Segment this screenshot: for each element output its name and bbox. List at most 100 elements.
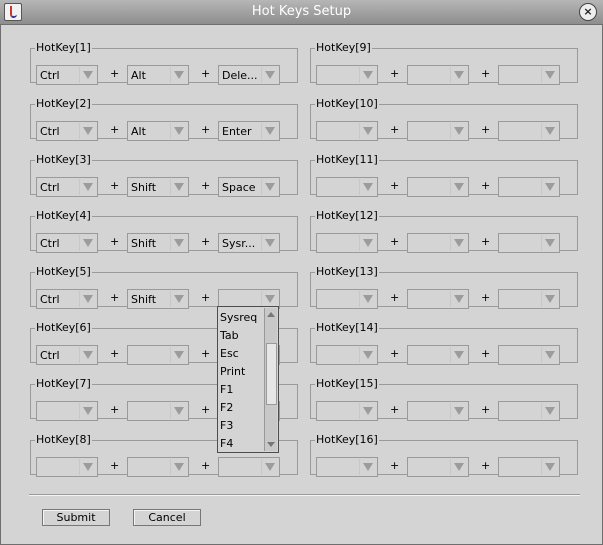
chevron-down-icon[interactable]	[79, 67, 96, 83]
key-combo-2[interactable]	[407, 233, 469, 253]
chevron-down-icon[interactable]	[450, 347, 467, 363]
chevron-down-icon[interactable]	[261, 235, 278, 251]
chevron-down-icon[interactable]	[541, 67, 558, 83]
chevron-down-icon[interactable]	[170, 403, 187, 419]
chevron-down-icon[interactable]	[79, 235, 96, 251]
chevron-down-icon[interactable]	[450, 403, 467, 419]
key-combo-2[interactable]	[407, 345, 469, 365]
key-combo-1[interactable]	[316, 457, 378, 477]
chevron-down-icon[interactable]	[170, 459, 187, 475]
chevron-down-icon[interactable]	[261, 291, 278, 307]
close-icon[interactable]: ×	[579, 3, 597, 21]
key-combo-3[interactable]	[498, 401, 560, 421]
key-combo-2[interactable]	[127, 457, 189, 477]
key-combo-3[interactable]: Sysr...	[218, 233, 280, 253]
key-combo-2[interactable]: Shift	[127, 177, 189, 197]
dropdown-scrollbar[interactable]	[264, 308, 277, 451]
chevron-down-icon[interactable]	[261, 123, 278, 139]
key-combo-2[interactable]: Alt	[127, 65, 189, 85]
key-dropdown-list[interactable]: Sysreq Tab Esc Print F1 F2 F3 F4	[217, 306, 279, 453]
key-combo-2[interactable]	[407, 65, 469, 85]
chevron-down-icon[interactable]	[359, 459, 376, 475]
key-combo-3[interactable]	[498, 121, 560, 141]
key-combo-3[interactable]: Dele...	[218, 65, 280, 85]
key-combo-2[interactable]	[407, 401, 469, 421]
chevron-down-icon[interactable]	[79, 403, 96, 419]
dropdown-option[interactable]: Tab	[220, 328, 239, 344]
dropdown-option[interactable]: Print	[220, 364, 245, 380]
chevron-down-icon[interactable]	[450, 123, 467, 139]
chevron-down-icon[interactable]	[450, 179, 467, 195]
chevron-down-icon[interactable]	[79, 347, 96, 363]
key-combo-2[interactable]	[407, 121, 469, 141]
key-combo-2[interactable]: Alt	[127, 121, 189, 141]
key-combo-1[interactable]	[316, 177, 378, 197]
key-combo-3[interactable]	[498, 289, 560, 309]
chevron-down-icon[interactable]	[79, 179, 96, 195]
dropdown-option[interactable]: F2	[220, 400, 233, 416]
chevron-down-icon[interactable]	[170, 235, 187, 251]
chevron-down-icon[interactable]	[541, 123, 558, 139]
scroll-up-icon[interactable]	[266, 309, 276, 319]
chevron-down-icon[interactable]	[261, 179, 278, 195]
chevron-down-icon[interactable]	[541, 179, 558, 195]
key-combo-2[interactable]: Shift	[127, 289, 189, 309]
key-combo-1[interactable]	[316, 289, 378, 309]
chevron-down-icon[interactable]	[261, 67, 278, 83]
chevron-down-icon[interactable]	[359, 347, 376, 363]
key-combo-3[interactable]: Enter	[218, 121, 280, 141]
chevron-down-icon[interactable]	[170, 179, 187, 195]
key-combo-1[interactable]: Ctrl	[36, 233, 98, 253]
dropdown-option[interactable]: F4	[220, 436, 233, 452]
chevron-down-icon[interactable]	[359, 403, 376, 419]
key-combo-1[interactable]	[36, 401, 98, 421]
dropdown-option[interactable]: F1	[220, 382, 233, 398]
key-combo-2[interactable]: Shift	[127, 233, 189, 253]
chevron-down-icon[interactable]	[541, 459, 558, 475]
chevron-down-icon[interactable]	[541, 235, 558, 251]
scroll-thumb[interactable]	[266, 343, 277, 405]
key-combo-1[interactable]	[316, 65, 378, 85]
key-combo-3[interactable]	[218, 457, 280, 477]
chevron-down-icon[interactable]	[450, 291, 467, 307]
chevron-down-icon[interactable]	[359, 235, 376, 251]
chevron-down-icon[interactable]	[541, 403, 558, 419]
key-combo-1[interactable]: Ctrl	[36, 65, 98, 85]
dropdown-option[interactable]: Esc	[220, 346, 239, 362]
cancel-button[interactable]: Cancel	[133, 509, 201, 526]
key-combo-1[interactable]: Ctrl	[36, 345, 98, 365]
chevron-down-icon[interactable]	[79, 291, 96, 307]
key-combo-1[interactable]	[316, 233, 378, 253]
chevron-down-icon[interactable]	[359, 67, 376, 83]
key-combo-2[interactable]	[407, 177, 469, 197]
chevron-down-icon[interactable]	[170, 347, 187, 363]
chevron-down-icon[interactable]	[541, 291, 558, 307]
key-combo-2[interactable]	[127, 401, 189, 421]
dropdown-option[interactable]: Sysreq	[220, 310, 257, 326]
chevron-down-icon[interactable]	[359, 291, 376, 307]
chevron-down-icon[interactable]	[450, 235, 467, 251]
key-combo-3[interactable]	[498, 233, 560, 253]
chevron-down-icon[interactable]	[450, 67, 467, 83]
key-combo-1[interactable]	[316, 401, 378, 421]
key-combo-2[interactable]	[407, 289, 469, 309]
key-combo-2[interactable]	[127, 345, 189, 365]
chevron-down-icon[interactable]	[170, 67, 187, 83]
chevron-down-icon[interactable]	[79, 123, 96, 139]
key-combo-3[interactable]	[498, 457, 560, 477]
chevron-down-icon[interactable]	[261, 459, 278, 475]
key-combo-3[interactable]	[498, 65, 560, 85]
chevron-down-icon[interactable]	[170, 123, 187, 139]
chevron-down-icon[interactable]	[541, 347, 558, 363]
key-combo-3[interactable]	[498, 345, 560, 365]
key-combo-1[interactable]	[36, 457, 98, 477]
chevron-down-icon[interactable]	[359, 179, 376, 195]
chevron-down-icon[interactable]	[359, 123, 376, 139]
chevron-down-icon[interactable]	[450, 459, 467, 475]
key-combo-3[interactable]	[498, 177, 560, 197]
key-combo-1[interactable]	[316, 121, 378, 141]
dropdown-option[interactable]: F3	[220, 418, 233, 434]
key-combo-1[interactable]: Ctrl	[36, 177, 98, 197]
key-combo-1[interactable]: Ctrl	[36, 289, 98, 309]
key-combo-1[interactable]: Ctrl	[36, 121, 98, 141]
